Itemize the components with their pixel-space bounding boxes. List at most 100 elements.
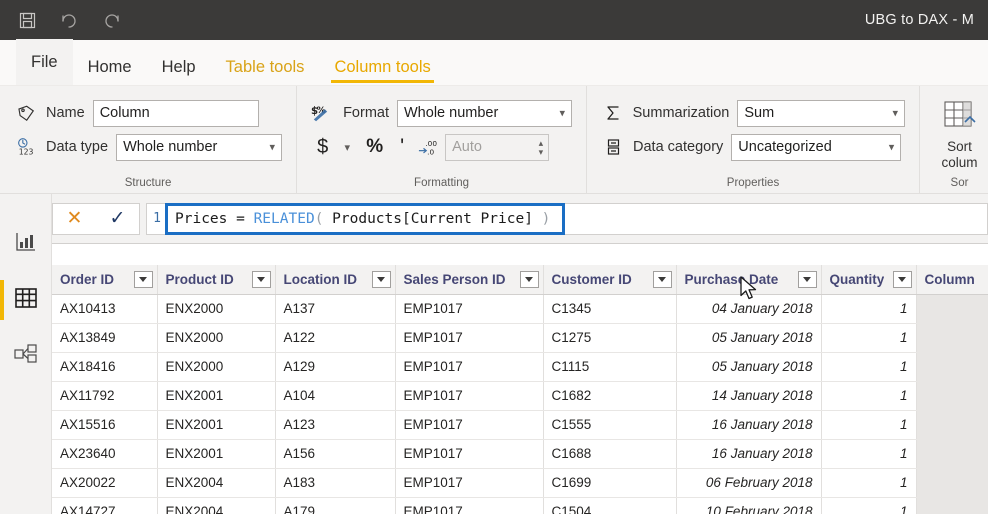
cell-sales_id[interactable]: EMP1017 xyxy=(395,497,544,514)
cell-product_id[interactable]: ENX2001 xyxy=(157,439,276,469)
filter-dropdown-icon[interactable] xyxy=(371,270,391,288)
sidebar-item-report-view[interactable] xyxy=(0,216,51,272)
cell-order_id[interactable]: AX11792 xyxy=(52,381,158,411)
filter-dropdown-icon[interactable] xyxy=(251,270,271,288)
cell-order_id[interactable]: AX14727 xyxy=(52,497,158,514)
cell-order_id[interactable]: AX20022 xyxy=(52,468,158,498)
cell-sales_id[interactable]: EMP1017 xyxy=(395,468,544,498)
cell-quantity[interactable]: 1 xyxy=(821,294,917,324)
sidebar-item-model-view[interactable] xyxy=(0,328,51,384)
cell-product_id[interactable]: ENX2001 xyxy=(157,410,276,440)
column-header-location_id[interactable]: Location ID xyxy=(275,265,396,295)
spinner-up-icon[interactable]: ▴ xyxy=(539,138,544,147)
cell-quantity[interactable]: 1 xyxy=(821,439,917,469)
cell-location_id[interactable]: A179 xyxy=(275,497,396,514)
cell-quantity[interactable]: 1 xyxy=(821,323,917,353)
cell-order_id[interactable]: AX15516 xyxy=(52,410,158,440)
cell-product_id[interactable]: ENX2004 xyxy=(157,497,276,514)
column-header-customer_id[interactable]: Customer ID xyxy=(543,265,677,295)
percent-button[interactable]: % xyxy=(360,133,389,161)
cell-sales_id[interactable]: EMP1017 xyxy=(395,323,544,353)
cell-product_id[interactable]: ENX2000 xyxy=(157,352,276,382)
table-row[interactable]: AX11792 ENX2001 A104 EMP1017 C1682 14 January… xyxy=(52,381,988,411)
cell-purchase[interactable]: 14 January 2018 xyxy=(676,381,822,411)
filter-dropdown-icon[interactable] xyxy=(797,270,817,288)
table-row[interactable]: AX18416 ENX2000 A129 EMP1017 C1115 05 January… xyxy=(52,352,988,382)
cell-location_id[interactable]: A104 xyxy=(275,381,396,411)
column-header-quantity[interactable]: Quantity xyxy=(821,265,917,295)
cell-purchase[interactable]: 16 January 2018 xyxy=(676,410,822,440)
cell-quantity[interactable]: 1 xyxy=(821,410,917,440)
column-header-column[interactable]: Column xyxy=(916,265,988,295)
formula-cancel-icon[interactable]: ✕ xyxy=(67,209,83,228)
cell-purchase[interactable]: 16 January 2018 xyxy=(676,439,822,469)
cell-quantity[interactable]: 1 xyxy=(821,352,917,382)
redo-icon[interactable] xyxy=(98,7,124,33)
decimals-spinner[interactable]: Auto ▴ ▾ xyxy=(445,133,550,161)
table-row[interactable]: AX23640 ENX2001 A156 EMP1017 C1688 16 January… xyxy=(52,439,988,469)
undo-icon[interactable] xyxy=(56,7,82,33)
cell-purchase[interactable]: 06 February 2018 xyxy=(676,468,822,498)
cell-purchase[interactable]: 05 January 2018 xyxy=(676,323,822,353)
cell-customer_id[interactable]: C1555 xyxy=(543,410,677,440)
sort-by-column-button[interactable]: Sort colum xyxy=(928,96,988,170)
cell-order_id[interactable]: AX18416 xyxy=(52,352,158,382)
data-category-select[interactable]: Uncategorized ▾ xyxy=(731,133,902,161)
cell-purchase[interactable]: 04 January 2018 xyxy=(676,294,822,324)
filter-dropdown-icon[interactable] xyxy=(652,270,672,288)
cell-column[interactable] xyxy=(916,352,988,382)
cell-purchase[interactable]: 05 January 2018 xyxy=(676,352,822,382)
cell-location_id[interactable]: A129 xyxy=(275,352,396,382)
cell-purchase[interactable]: 10 February 2018 xyxy=(676,497,822,514)
table-row[interactable]: AX13849 ENX2000 A122 EMP1017 C1275 05 January… xyxy=(52,323,988,353)
cell-sales_id[interactable]: EMP1017 xyxy=(395,294,544,324)
currency-dropdown-icon[interactable]: ▾ xyxy=(336,133,358,161)
cell-location_id[interactable]: A122 xyxy=(275,323,396,353)
cell-order_id[interactable]: AX10413 xyxy=(52,294,158,324)
cell-location_id[interactable]: A156 xyxy=(275,439,396,469)
column-header-order_id[interactable]: Order ID xyxy=(52,265,158,295)
data-grid[interactable]: Order ID Product ID Location ID Sales Perso… xyxy=(52,265,988,514)
cell-customer_id[interactable]: C1699 xyxy=(543,468,677,498)
cell-column[interactable] xyxy=(916,439,988,469)
cell-product_id[interactable]: ENX2004 xyxy=(157,468,276,498)
save-icon[interactable] xyxy=(14,7,40,33)
cell-column[interactable] xyxy=(916,381,988,411)
column-header-sales_id[interactable]: Sales Person ID xyxy=(395,265,544,295)
table-row[interactable]: AX10413 ENX2000 A137 EMP1017 C1345 04 January… xyxy=(52,294,988,324)
cell-customer_id[interactable]: C1682 xyxy=(543,381,677,411)
cell-quantity[interactable]: 1 xyxy=(821,468,917,498)
cell-quantity[interactable]: 1 xyxy=(821,497,917,514)
tab-home[interactable]: Home xyxy=(73,58,147,86)
cell-sales_id[interactable]: EMP1017 xyxy=(395,352,544,382)
dax-formula-input[interactable]: Prices = RELATED( Products[Current Price… xyxy=(165,202,565,235)
table-row[interactable]: AX20022 ENX2004 A183 EMP1017 C1699 06 Februar… xyxy=(52,468,988,498)
cell-location_id[interactable]: A123 xyxy=(275,410,396,440)
cell-column[interactable] xyxy=(916,323,988,353)
tab-table-tools[interactable]: Table tools xyxy=(211,58,320,86)
table-row[interactable]: AX14727 ENX2004 A179 EMP1017 C1504 10 Februar… xyxy=(52,497,988,514)
cell-customer_id[interactable]: C1504 xyxy=(543,497,677,514)
name-input[interactable]: Column xyxy=(92,99,259,127)
cell-location_id[interactable]: A183 xyxy=(275,468,396,498)
spinner-down-icon[interactable]: ▾ xyxy=(539,147,544,156)
cell-product_id[interactable]: ENX2001 xyxy=(157,381,276,411)
column-header-product_id[interactable]: Product ID xyxy=(157,265,276,295)
sidebar-item-data-view[interactable] xyxy=(0,272,51,328)
summarization-select[interactable]: Sum ▾ xyxy=(737,99,905,127)
data-type-select[interactable]: Whole number ▾ xyxy=(116,133,283,161)
cell-product_id[interactable]: ENX2000 xyxy=(157,323,276,353)
cell-order_id[interactable]: AX13849 xyxy=(52,323,158,353)
cell-column[interactable] xyxy=(916,294,988,324)
cell-customer_id[interactable]: C1688 xyxy=(543,439,677,469)
cell-column[interactable] xyxy=(916,410,988,440)
cell-customer_id[interactable]: C1345 xyxy=(543,294,677,324)
tab-help[interactable]: Help xyxy=(147,58,211,86)
cell-sales_id[interactable]: EMP1017 xyxy=(395,439,544,469)
tab-column-tools[interactable]: Column tools xyxy=(319,58,445,86)
format-select[interactable]: Whole number ▾ xyxy=(397,99,572,127)
spinner-arrows[interactable]: ▴ ▾ xyxy=(539,136,544,159)
cell-sales_id[interactable]: EMP1017 xyxy=(395,381,544,411)
tab-file[interactable]: File xyxy=(16,39,73,85)
cell-sales_id[interactable]: EMP1017 xyxy=(395,410,544,440)
